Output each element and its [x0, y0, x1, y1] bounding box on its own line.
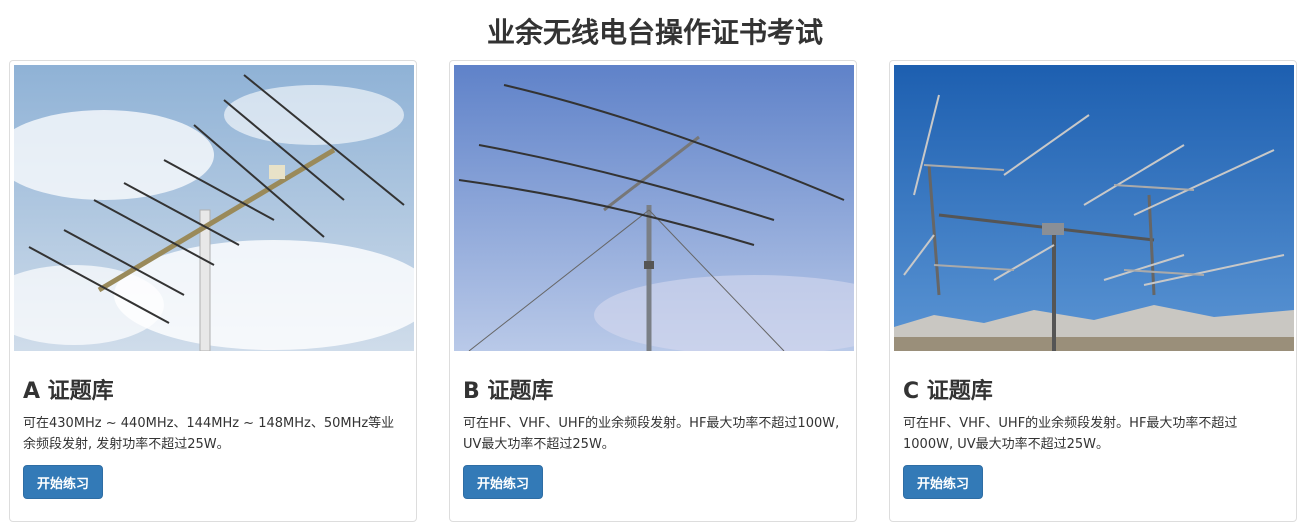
page-title: 业余无线电台操作证书考试: [486, 16, 823, 49]
card-description: 可在HF、VHF、UHF的业余频段发射。HF最大功率不超过100W, UV最大功…: [463, 416, 840, 452]
card-description: 可在HF、VHF、UHF的业余频段发射。HF最大功率不超过1000W, UV最大…: [903, 416, 1238, 452]
hf-beam-antenna-image: [454, 65, 854, 351]
card-c: C 证题库 可在HF、VHF、UHF的业余频段发射。HF最大功率不超过1000W…: [889, 60, 1297, 522]
card-title: C 证题库: [903, 379, 993, 404]
multi-yagi-array-image: [894, 65, 1294, 351]
start-practice-button-a[interactable]: 开始练习: [23, 465, 104, 499]
yagi-antenna-image: [14, 65, 414, 351]
card-title: B 证题库: [463, 379, 554, 404]
start-practice-button-b[interactable]: 开始练习: [463, 465, 544, 499]
card-title: A 证题库: [23, 379, 114, 404]
card-a: A 证题库 可在430MHz ~ 440MHz、144MHz ~ 148MHz、…: [9, 60, 417, 522]
card-description: 可在430MHz ~ 440MHz、144MHz ~ 148MHz、50MHz等…: [23, 416, 395, 452]
card-b: B 证题库 可在HF、VHF、UHF的业余频段发射。HF最大功率不超过100W,…: [449, 60, 857, 522]
start-practice-button-c[interactable]: 开始练习: [903, 465, 984, 499]
